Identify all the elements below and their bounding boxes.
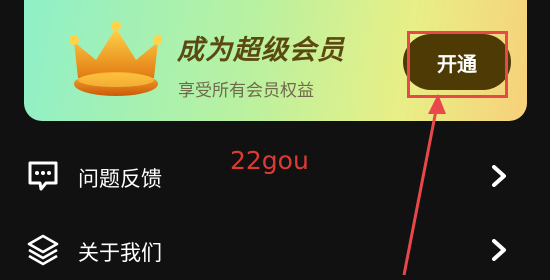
menu-item-about[interactable]: 关于我们: [0, 220, 550, 280]
vip-banner[interactable]: 成为超级会员 享受所有会员权益 开通: [24, 0, 527, 121]
menu-item-feedback-label: 问题反馈: [78, 167, 162, 191]
watermark-text: 22gou: [230, 146, 309, 175]
layers-icon: [27, 234, 59, 266]
open-membership-label: 开通: [437, 51, 477, 76]
chevron-right-icon: [492, 165, 506, 187]
vip-subtitle: 享受所有会员权益: [178, 81, 314, 101]
open-membership-button[interactable]: 开通: [403, 34, 511, 90]
chat-bubble-icon: [28, 161, 58, 191]
menu-item-about-label: 关于我们: [78, 241, 162, 265]
chevron-right-icon: [492, 239, 506, 261]
vip-title: 成为超级会员: [177, 35, 345, 66]
crown-icon: [70, 21, 162, 96]
